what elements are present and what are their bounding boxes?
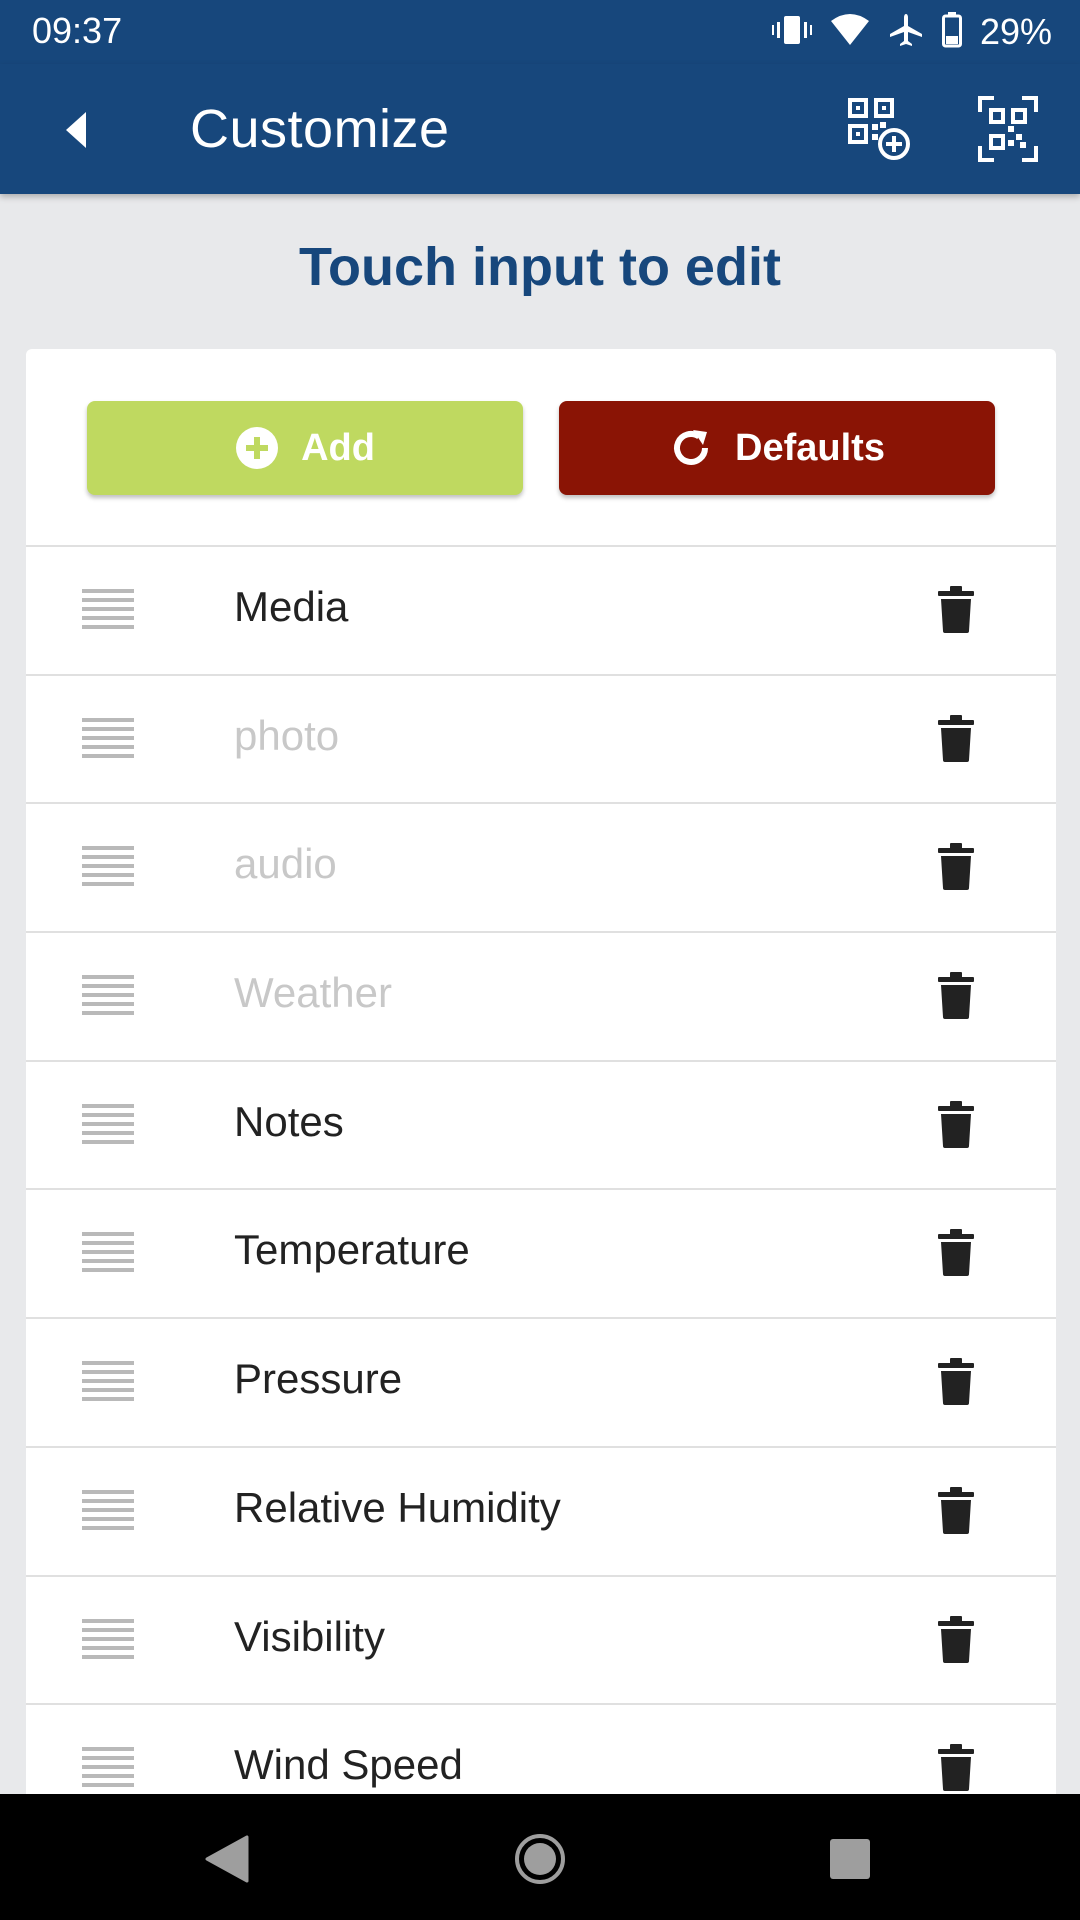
airplane-icon (888, 12, 924, 53)
trash-icon[interactable] (938, 842, 974, 891)
vibrate-icon (771, 12, 812, 53)
item-label[interactable]: Media (234, 583, 348, 631)
list-item[interactable]: photo (26, 676, 1056, 805)
item-label[interactable]: photo (234, 712, 339, 760)
drag-handle-icon[interactable] (82, 975, 134, 1017)
customize-card: Add Defaults Media photo audio Weather Notes… (26, 349, 1056, 1849)
add-button-label: Add (301, 426, 375, 469)
list-item[interactable]: Weather (26, 933, 1056, 1062)
qr-add-button[interactable] (846, 96, 912, 162)
drag-handle-icon[interactable] (82, 1747, 134, 1789)
status-icons: 29% (771, 11, 1052, 53)
nav-recents-button[interactable] (815, 1824, 885, 1894)
item-label[interactable]: Wind Speed (234, 1741, 463, 1789)
item-label[interactable]: audio (234, 840, 337, 888)
instruction-heading: Touch input to edit (299, 237, 781, 297)
drag-handle-icon[interactable] (82, 1361, 134, 1403)
nav-home-button[interactable] (505, 1824, 575, 1894)
nav-recents-icon (830, 1839, 870, 1879)
item-label[interactable]: Relative Humidity (234, 1484, 561, 1532)
list-item[interactable]: Pressure (26, 1319, 1056, 1448)
drag-handle-icon[interactable] (82, 1103, 134, 1146)
field-list: Media photo audio Weather Notes Temperature Pr… (26, 545, 1056, 1834)
app-bar: Customize (0, 64, 1080, 194)
defaults-button[interactable]: Defaults (559, 401, 995, 495)
item-label[interactable]: Pressure (234, 1355, 402, 1403)
list-item[interactable]: Media (26, 547, 1056, 676)
status-bar: 09:37 29% (0, 0, 1080, 64)
trash-icon[interactable] (938, 1100, 974, 1148)
system-nav-bar (0, 1794, 1080, 1920)
item-label[interactable]: Temperature (234, 1226, 470, 1274)
drag-handle-icon[interactable] (82, 1232, 134, 1274)
qr-add-icon (848, 98, 910, 160)
refresh-icon (669, 426, 713, 470)
list-item[interactable]: Relative Humidity (26, 1448, 1056, 1577)
trash-icon[interactable] (938, 1357, 974, 1406)
drag-handle-icon[interactable] (82, 589, 134, 631)
back-arrow-icon (66, 112, 86, 148)
page-title: Customize (190, 99, 450, 159)
defaults-button-label: Defaults (735, 426, 885, 469)
trash-icon[interactable] (938, 1743, 974, 1792)
item-label[interactable]: Visibility (234, 1613, 385, 1661)
drag-handle-icon[interactable] (82, 717, 134, 760)
drag-handle-icon[interactable] (82, 1618, 134, 1661)
plus-circle-icon (235, 426, 279, 470)
drag-handle-icon[interactable] (82, 846, 134, 888)
battery-icon (941, 11, 962, 53)
add-button[interactable]: Add (87, 401, 523, 495)
trash-icon[interactable] (938, 971, 974, 1020)
qr-scan-icon (978, 96, 1038, 162)
wifi-icon (830, 13, 870, 52)
list-item[interactable]: Visibility (26, 1577, 1056, 1706)
trash-icon[interactable] (938, 1486, 974, 1534)
drag-handle-icon[interactable] (82, 1489, 134, 1532)
trash-icon[interactable] (938, 714, 974, 762)
nav-back-button[interactable] (191, 1824, 261, 1894)
status-time: 09:37 (32, 10, 123, 51)
battery-percent: 29% (979, 11, 1052, 52)
nav-home-icon (515, 1834, 565, 1884)
qr-scan-button[interactable] (978, 96, 1038, 162)
list-item[interactable]: audio (26, 804, 1056, 934)
item-label[interactable]: Notes (234, 1098, 344, 1146)
trash-icon[interactable] (938, 1228, 974, 1277)
nav-back-icon (205, 1835, 249, 1883)
trash-icon[interactable] (938, 585, 974, 633)
list-item[interactable]: Notes (26, 1062, 1056, 1191)
trash-icon[interactable] (938, 1615, 974, 1663)
back-button[interactable] (44, 98, 108, 162)
list-item[interactable]: Temperature (26, 1190, 1056, 1320)
item-label[interactable]: Weather (234, 969, 392, 1017)
